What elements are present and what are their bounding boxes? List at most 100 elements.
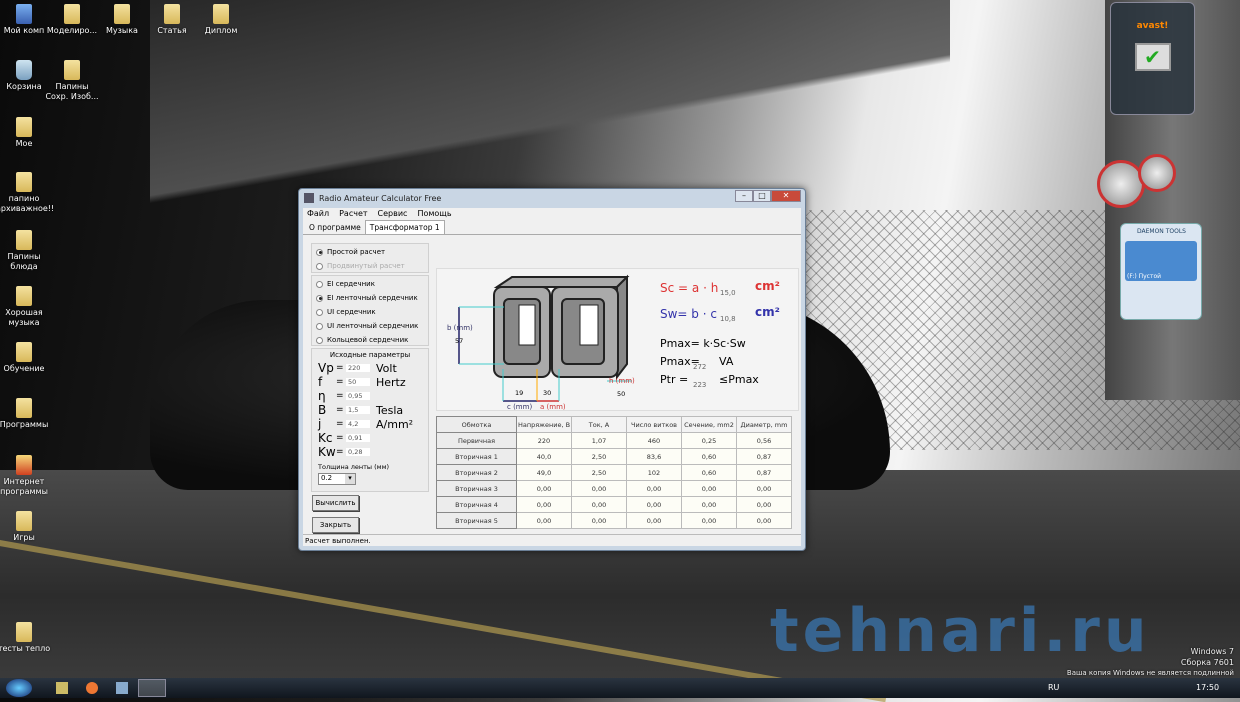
table-cell[interactable]: 0,00	[516, 496, 572, 513]
desktop-icon[interactable]: Программы	[0, 398, 52, 430]
table-cell[interactable]: 0,56	[736, 432, 792, 449]
table-cell[interactable]: 0,87	[736, 448, 792, 465]
table-cell[interactable]: 2,50	[571, 448, 627, 465]
folder-icon	[16, 342, 32, 362]
equals-sign: =	[336, 405, 344, 415]
table-cell[interactable]: 0,00	[681, 512, 737, 529]
h-value: 50	[617, 390, 626, 398]
desktop-icon[interactable]: Музыка	[94, 4, 150, 36]
menu-calc[interactable]: Расчет	[339, 208, 367, 220]
core-type-radio[interactable]: Кольцевой сердечник	[312, 333, 428, 347]
desktop-icon[interactable]: Папины блюда	[0, 230, 52, 272]
table-cell[interactable]: 83,6	[626, 448, 682, 465]
table-cell[interactable]: 0,00	[571, 480, 627, 497]
table-cell[interactable]: 460	[626, 432, 682, 449]
desktop-icon[interactable]: Диплом	[193, 4, 249, 36]
calc-mode-radio[interactable]: Продвинутый расчет	[312, 259, 428, 273]
param-input[interactable]: 220	[346, 364, 370, 372]
language-indicator[interactable]: RU	[1048, 683, 1059, 692]
tape-thickness-select[interactable]: 0.2 ▾	[318, 473, 356, 485]
param-input[interactable]: 50	[346, 378, 370, 386]
table-cell[interactable]: 2,50	[571, 464, 627, 481]
tab-transformer-1[interactable]: Трансформатор 1	[364, 220, 445, 234]
calc-mode-radio[interactable]: Простой расчет	[312, 245, 428, 259]
clock[interactable]: 17:50	[1196, 683, 1219, 692]
table-cell[interactable]: 0,00	[681, 496, 737, 513]
table-cell[interactable]: 220	[516, 432, 572, 449]
taskbar-app-calculator[interactable]	[138, 679, 166, 697]
table-cell[interactable]: 0,00	[681, 480, 737, 497]
row-header: Первичная	[436, 432, 517, 449]
column-header: Обмотка	[436, 416, 517, 433]
desktop-icon[interactable]: Интернет программы	[0, 455, 52, 497]
core-type-radio[interactable]: EI ленточный сердечник	[312, 291, 428, 305]
desktop-icon[interactable]: Папины Сохр. Изоб...	[44, 60, 100, 102]
desktop-icon-label: тесты тепло	[0, 644, 51, 653]
media-player-icon[interactable]	[56, 682, 68, 694]
table-cell[interactable]: 40,0	[516, 448, 572, 465]
minimize-button[interactable]: –	[735, 190, 753, 202]
table-row: Первичная 220 1,07 460 0,25 0,56	[436, 432, 792, 449]
desktop-icon[interactable]: Хорошая музыка	[0, 286, 52, 328]
table-cell[interactable]: 0,60	[681, 464, 737, 481]
desktop-icon[interactable]: Игры	[0, 511, 52, 543]
row-header: Вторичная 5	[436, 512, 517, 529]
table-cell[interactable]: 0,00	[736, 480, 792, 497]
network-icon[interactable]	[116, 682, 128, 694]
row-header: Вторичная 3	[436, 480, 517, 497]
param-input[interactable]: 0,28	[346, 448, 370, 456]
table-cell[interactable]: 0,00	[516, 480, 572, 497]
table-cell[interactable]: 0,87	[736, 464, 792, 481]
close-app-button[interactable]: Закрыть	[312, 517, 359, 533]
tape-label: Толщина ленты (мм)	[318, 463, 390, 471]
param-input[interactable]: 0,91	[346, 434, 370, 442]
core-type-radio[interactable]: EI сердечник	[312, 277, 428, 291]
sc-value: 15,0	[720, 289, 736, 297]
close-button[interactable]: ✕	[771, 190, 801, 202]
core-type-radio[interactable]: UI сердечник	[312, 305, 428, 319]
daemon-title: DAEMON TOOLS	[1137, 228, 1186, 235]
title-bar[interactable]: Radio Amateur Calculator Free – □ ✕	[299, 189, 805, 207]
core-type-radio[interactable]: UI ленточный сердечник	[312, 319, 428, 333]
desktop-icon[interactable]: Обучение	[0, 342, 52, 374]
table-cell[interactable]: 0,00	[571, 512, 627, 529]
table-cell[interactable]: 102	[626, 464, 682, 481]
table-cell[interactable]: 0,00	[626, 496, 682, 513]
desktop-icon[interactable]: Мое	[0, 117, 52, 149]
desktop-icon[interactable]: папино архиважное!!	[0, 172, 54, 214]
param-input[interactable]: 1,5	[346, 406, 370, 414]
calculate-button[interactable]: Вычислить	[312, 495, 359, 511]
table-cell[interactable]: 0,00	[626, 480, 682, 497]
firefox-icon[interactable]	[86, 682, 98, 694]
desktop-icon-label: Интернет программы	[0, 477, 48, 496]
folder-icon	[16, 398, 32, 418]
desktop-icon[interactable]: Моделиро...	[44, 4, 100, 36]
row-header: Вторичная 1	[436, 448, 517, 465]
table-cell[interactable]: 49,0	[516, 464, 572, 481]
radio-label: Продвинутый расчет	[327, 262, 405, 270]
avast-widget[interactable]: avast! ✔	[1110, 2, 1195, 115]
desktop-icon[interactable]: Статья	[144, 4, 200, 36]
table-cell[interactable]: 0,00	[516, 512, 572, 529]
tab-about[interactable]: О программе	[305, 221, 365, 234]
table-cell[interactable]: 0,00	[626, 512, 682, 529]
table-cell[interactable]: 0,00	[736, 496, 792, 513]
desktop-icon[interactable]: тесты тепло	[0, 622, 52, 654]
maximize-button[interactable]: □	[753, 190, 771, 202]
daemon-tools-widget[interactable]: DAEMON TOOLS (F:) Пустой	[1120, 223, 1202, 320]
table-cell[interactable]: 0,25	[681, 432, 737, 449]
table-cell[interactable]: 0,60	[681, 448, 737, 465]
table-cell[interactable]: 0,00	[736, 512, 792, 529]
param-input[interactable]: 0,95	[346, 392, 370, 400]
table-cell[interactable]: 0,00	[571, 496, 627, 513]
table-cell[interactable]: 1,07	[571, 432, 627, 449]
radio-icon	[316, 262, 323, 270]
param-unit: Tesla	[376, 403, 404, 417]
desktop-icon-label: Папины блюда	[7, 252, 41, 271]
menu-service[interactable]: Сервис	[378, 208, 408, 220]
param-input[interactable]: 4,2	[346, 420, 370, 428]
desktop-icon-label: Статья	[157, 26, 187, 35]
menu-file[interactable]: Файл	[307, 208, 329, 220]
start-button[interactable]	[6, 679, 32, 697]
menu-help[interactable]: Помощь	[417, 208, 451, 220]
